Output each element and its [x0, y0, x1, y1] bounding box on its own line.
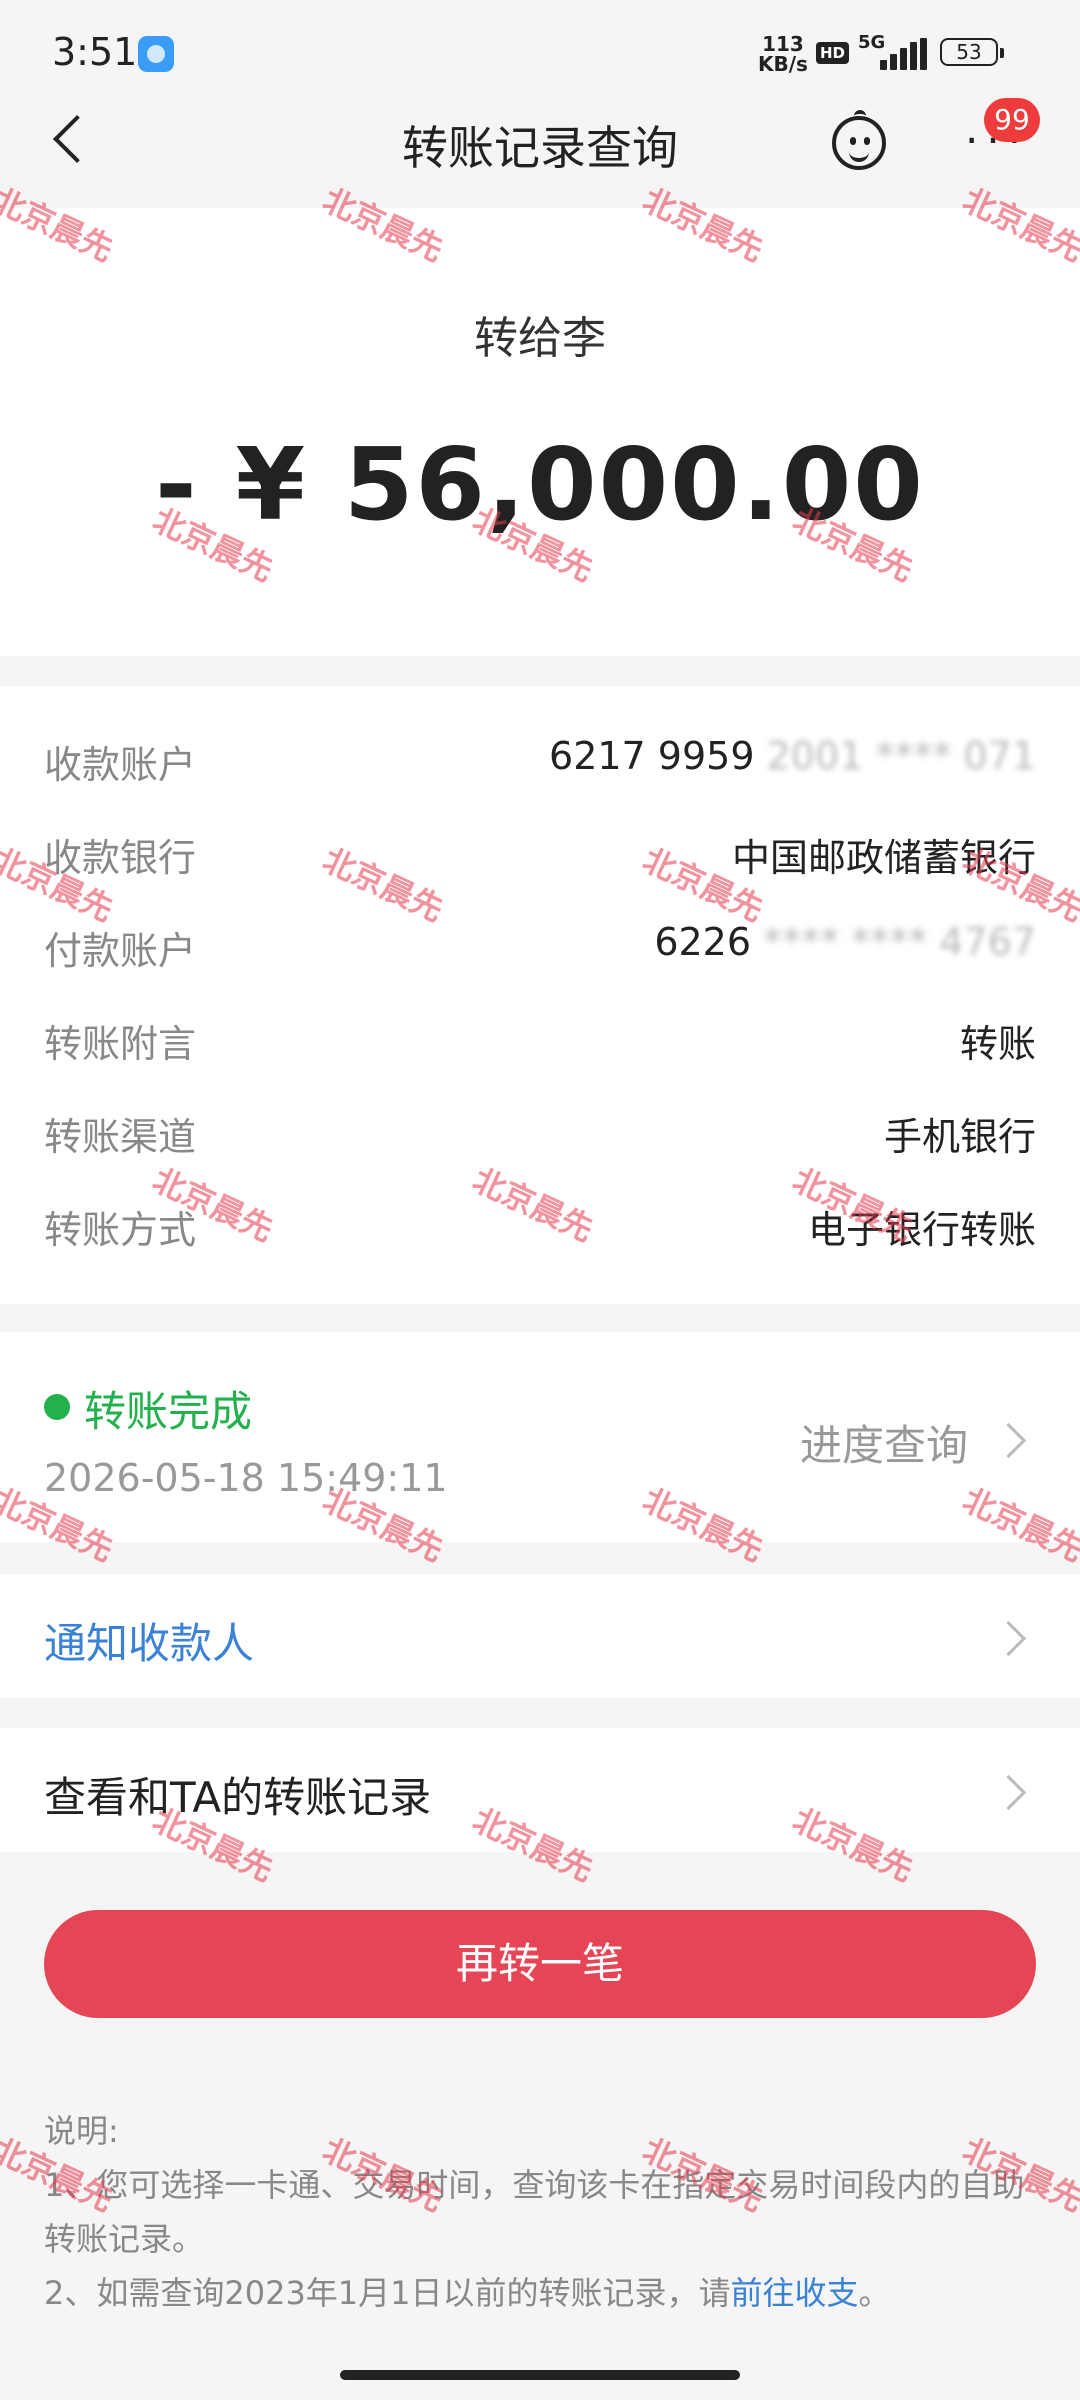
notify-recipient-label[interactable]: 通知收款人 — [44, 1610, 254, 1671]
detail-label: 转账方式 — [44, 1208, 197, 1252]
detail-value-masked: 2001 **** 071 — [754, 734, 1036, 778]
transfer-again-button[interactable]: 再转一笔 — [44, 1910, 1036, 2018]
detail-label: 付款账户 — [44, 929, 197, 973]
status-time: 3:51 — [52, 30, 138, 74]
transfer-datetime: 2026-05-18 15:49:11 — [44, 1456, 448, 1500]
detail-value-text: 手机银行 — [883, 1115, 1036, 1159]
detail-value: 6217 9959 2001 **** 071 — [549, 734, 1036, 778]
notification-badge: 99 — [984, 98, 1040, 142]
detail-label: 收款账户 — [44, 743, 197, 787]
page-title: 转账记录查询 — [402, 121, 678, 175]
detail-value-text: 转账 — [959, 1022, 1036, 1066]
detail-value-text: 6217 9959 — [549, 734, 755, 778]
detail-value: 6226 **** **** 4767 — [654, 920, 1036, 964]
detail-value: 中国邮政储蓄银行 — [732, 827, 1036, 882]
transfer-amount: - ¥ 56,000.00 — [155, 426, 925, 543]
detail-value-masked: **** **** 4767 — [751, 920, 1036, 964]
network-speed-unit: KB/s — [758, 52, 808, 76]
detail-value-text: 中国邮政储蓄银行 — [731, 836, 1036, 880]
network-speed: 113 KB/s — [758, 34, 808, 74]
detail-label: 转账附言 — [44, 1022, 197, 1066]
detail-label: 转账渠道 — [44, 1115, 197, 1159]
detail-value: 转账 — [960, 1013, 1036, 1068]
note-line-2-suffix: 。 — [858, 2274, 891, 2312]
detail-value-text: 6226 — [654, 920, 752, 964]
detail-value-text: 电子银行转账 — [807, 1208, 1036, 1252]
detail-label: 收款银行 — [44, 836, 197, 880]
app-notification-icon — [138, 36, 174, 72]
notes-heading: 说明: — [44, 2112, 119, 2150]
recipient-name: 转给李 — [474, 313, 606, 364]
income-expense-link[interactable]: 前往收支 — [731, 2274, 859, 2312]
assistant-robot-icon[interactable] — [832, 110, 886, 170]
transfer-status: 转账完成 — [84, 1387, 253, 1436]
network-speed-value: 113 — [762, 32, 804, 56]
battery-icon: 53 — [940, 38, 1004, 66]
detail-value: 手机银行 — [884, 1106, 1036, 1161]
note-line-1: 1、您可选择一卡通、交易时间，查询该卡在指定交易时间段内的自助转账记录。 — [44, 2166, 1025, 2258]
signal-icon — [880, 38, 930, 70]
home-indicator[interactable] — [340, 2370, 740, 2380]
hd-icon: HD — [816, 42, 850, 64]
progress-query-link[interactable]: 进度查询 — [800, 1412, 968, 1473]
note-line-2: 2、如需查询2023年1月1日以前的转账记录，请前往收支。 — [44, 2266, 1036, 2320]
status-dot-icon — [44, 1394, 70, 1420]
detail-value: 电子银行转账 — [808, 1199, 1036, 1254]
notes-section: 说明: 1、您可选择一卡通、交易时间，查询该卡在指定交易时间段内的自助转账记录。… — [44, 2104, 1036, 2320]
note-line-2-prefix: 2、如需查询2023年1月1日以前的转账记录，请 — [44, 2274, 731, 2312]
transfer-history-label[interactable]: 查看和TA的转账记录 — [44, 1764, 431, 1825]
